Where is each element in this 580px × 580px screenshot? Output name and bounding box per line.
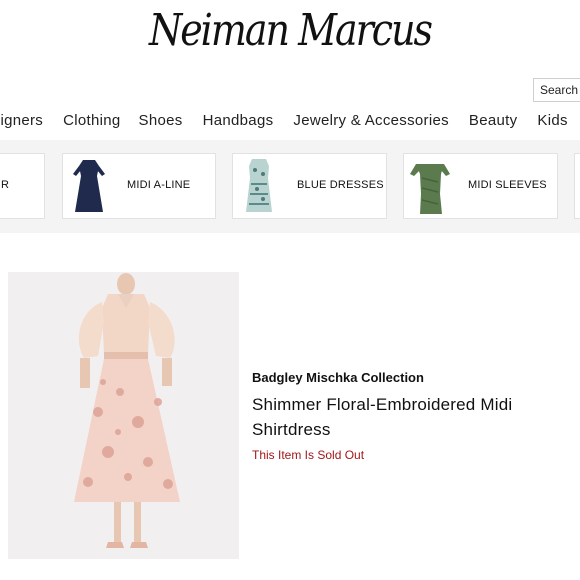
category-tile-label: R — [1, 179, 10, 191]
category-tile-midi-a-line[interactable]: MIDI A-LINE — [62, 153, 216, 219]
search-input[interactable]: Search — [533, 78, 580, 102]
nav-item-beauty[interactable]: Beauty — [469, 112, 518, 132]
product-brand[interactable]: Badgley Mischka Collection — [252, 370, 424, 385]
green-dress-thumbnail-icon — [404, 154, 456, 218]
brand-logo[interactable]: Neiman Marcus — [0, 5, 580, 56]
product-image[interactable] — [8, 272, 239, 559]
nav-item-handbags[interactable]: Handbags — [203, 112, 274, 132]
product-title: Shimmer Floral-Embroidered Midi Shirtdre… — [252, 395, 513, 439]
category-tile-label: MIDI SLEEVES — [468, 179, 547, 191]
category-tile-label: BLUE DRESSES — [297, 179, 384, 191]
category-rail: R MIDI A-LINE BLUE DRESSES MIDI SLEEVES — [0, 140, 580, 233]
category-tile-midi-sleeves[interactable]: MIDI SLEEVES — [403, 153, 558, 219]
main-nav: esigners Clothing Shoes Handbags Jewelry… — [0, 112, 580, 132]
blue-print-dress-thumbnail-icon — [233, 154, 285, 218]
category-tile-blue-dresses[interactable]: BLUE DRESSES — [232, 153, 387, 219]
nav-item-kids[interactable]: Kids — [537, 112, 567, 132]
pink-floral-midi-shirtdress-photo-icon — [8, 272, 239, 559]
nav-item-designers[interactable]: esigners — [0, 112, 43, 132]
category-tile-partial[interactable]: R — [0, 153, 45, 219]
category-tile-partial-right[interactable] — [574, 153, 580, 219]
navy-dress-thumbnail-icon — [63, 154, 115, 218]
sold-out-status: This Item Is Sold Out — [252, 448, 365, 462]
category-tile-label: MIDI A-LINE — [127, 179, 191, 191]
nav-item-jewelry-accessories[interactable]: Jewelry & Accessories — [293, 112, 449, 132]
nav-item-shoes[interactable]: Shoes — [139, 112, 183, 132]
nav-item-clothing[interactable]: Clothing — [63, 112, 120, 132]
